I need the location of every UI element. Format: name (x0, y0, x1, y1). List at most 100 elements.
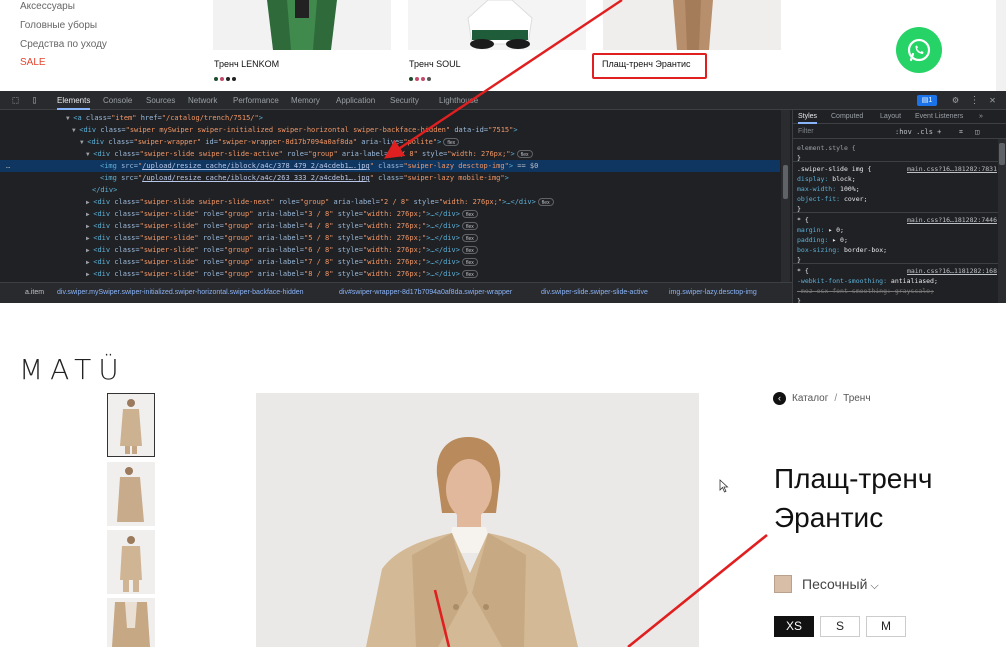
flex-badge[interactable]: flex (461, 246, 478, 254)
dom-node-selected[interactable]: … <img src="/upload/resize_cache/iblock/a… (0, 160, 780, 172)
settings-gear-icon[interactable]: ⚙ (950, 95, 961, 106)
dom-node[interactable]: ▶ <div class="swiper-slide" role="group"… (0, 268, 780, 280)
flex-badge[interactable]: flex (516, 150, 533, 158)
main-product-photo[interactable] (256, 393, 699, 647)
tab-lighthouse[interactable]: Lighthouse (439, 91, 478, 110)
css-rule-selector[interactable]: * {main.css?16…1181282:168 (797, 266, 997, 276)
close-devtools-icon[interactable]: ✕ (987, 95, 998, 106)
brand-logo[interactable]: MATÜ (19, 353, 126, 386)
dom-tree-scrollbar[interactable] (781, 110, 790, 282)
flex-badge[interactable]: flex (461, 270, 478, 278)
gallery-thumbnail-3[interactable] (107, 530, 155, 594)
dom-tree[interactable]: ▼ <a class="item" href="/catalog/trench/… (0, 110, 780, 282)
dom-node[interactable]: ▶ <div class="swiper-slide" role="group"… (0, 232, 780, 244)
css-property[interactable]: -webkit-font-smoothing: antialiased; (797, 276, 997, 286)
dom-node[interactable]: <img src="/upload/resize_cache/iblock/a4… (0, 172, 780, 184)
more-options-icon[interactable]: ⋮ (969, 95, 980, 106)
inspect-element-icon[interactable]: ⬚ (10, 95, 21, 106)
gallery-thumbnail-4[interactable] (107, 598, 155, 647)
tab-computed[interactable]: Computed (831, 110, 863, 124)
page-scrollbar[interactable] (996, 0, 1006, 91)
tab-elements[interactable]: Elements (57, 91, 91, 110)
whatsapp-icon (907, 38, 931, 62)
whatsapp-button[interactable] (896, 27, 942, 73)
category-link-hats[interactable]: Головные уборы (20, 20, 97, 31)
css-rule-selector[interactable]: * {main.css?16…181282:7446 (797, 215, 997, 225)
css-source-link[interactable]: main.css?16…181282:7446 (907, 215, 997, 225)
dom-node[interactable]: ▼ <div class="swiper-wrapper" id="swiper… (0, 136, 780, 148)
tab-styles[interactable]: Styles (798, 110, 818, 124)
flex-badge[interactable]: flex (537, 198, 554, 206)
gallery-thumbnail-2[interactable] (107, 462, 155, 526)
node-actions-icon[interactable]: … (6, 160, 10, 172)
css-rule-selector[interactable]: .swiper-slide img {main.css?16…181282:78… (797, 164, 997, 174)
css-property[interactable]: object-fit: cover; (797, 194, 997, 204)
flex-badge[interactable]: flex (443, 138, 460, 146)
tab-console[interactable]: Console (103, 91, 132, 110)
product-image-lenkom[interactable] (213, 0, 391, 50)
flex-badge[interactable]: flex (461, 234, 478, 242)
new-style-rule-icon[interactable]: ⌗ (959, 125, 963, 139)
dom-breadcrumb-item[interactable]: div.swiper-slide.swiper-slide-active (541, 283, 648, 303)
tab-sources[interactable]: Sources (146, 91, 175, 110)
dom-breadcrumb-item[interactable]: div.swiper.mySwiper.swiper-initialized.s… (57, 283, 304, 303)
size-option-s[interactable]: S (820, 616, 860, 637)
dom-node[interactable]: ▶ <div class="swiper-slide" role="group"… (0, 256, 780, 268)
dom-node[interactable]: </div> (0, 184, 780, 196)
dom-node[interactable]: ▶ <div class="swiper-slide" role="group"… (0, 244, 780, 256)
dom-node[interactable]: ▶ <div class="swiper-slide" role="group"… (0, 208, 780, 220)
dom-node[interactable]: ▼ <div class="swiper-slide swiper-slide-… (0, 148, 780, 160)
css-property[interactable]: -moz-osx-font-smoothing: grayscale; (797, 286, 997, 296)
flex-badge[interactable]: flex (461, 210, 478, 218)
styles-scrollbar[interactable] (998, 139, 1006, 303)
tab-network[interactable]: Network (188, 91, 217, 110)
breadcrumb-trench[interactable]: Тренч (843, 393, 870, 404)
tab-security[interactable]: Security (390, 91, 419, 110)
dom-breadcrumb-item[interactable]: div#swiper-wrapper-8d17b7094a0af8da.swip… (339, 283, 512, 303)
category-link-accessories[interactable]: Аксессуары (20, 1, 75, 12)
css-property[interactable]: max-width: 100%; (797, 184, 997, 194)
product-listing-strip: Аксессуары Головные уборы Средства по ух… (0, 0, 1006, 91)
css-property[interactable]: display: block; (797, 174, 997, 184)
dom-node[interactable]: ▶ <div class="swiper-slide swiper-slide-… (0, 196, 780, 208)
breadcrumb-catalog[interactable]: Каталог (792, 393, 828, 404)
css-property[interactable]: margin: ▸ 0; (797, 225, 997, 235)
size-option-xs[interactable]: XS (774, 616, 814, 637)
tab-event-listeners[interactable]: Event Listeners (915, 110, 963, 124)
flex-badge[interactable]: flex (461, 222, 478, 230)
color-selector[interactable]: Песочный ⌵ (774, 575, 879, 593)
product-image-erantis[interactable] (603, 0, 781, 50)
product-image-soul[interactable] (408, 0, 586, 50)
css-property[interactable]: box-sizing: border-box; (797, 245, 997, 255)
devtools-panel: ⬚ ▯ Elements Console Sources Network Per… (0, 91, 1006, 303)
tab-application[interactable]: Application (336, 91, 375, 110)
tab-layout[interactable]: Layout (880, 110, 901, 124)
css-rule-selector[interactable]: element.style { (797, 143, 997, 153)
dom-breadcrumb-item[interactable]: a.item (25, 283, 44, 303)
dom-node[interactable]: ▶ <div class="swiper-slide" role="group"… (0, 220, 780, 232)
tab-performance[interactable]: Performance (233, 91, 279, 110)
device-toolbar-icon[interactable]: ▯ (29, 95, 40, 106)
toggle-sidebar-icon[interactable]: ◫ (975, 125, 979, 139)
css-source-link[interactable]: main.css?16…1181282:168 (907, 266, 997, 276)
mouse-cursor-icon (719, 479, 729, 493)
category-link-sale[interactable]: SALE (20, 57, 46, 68)
css-property[interactable]: padding: ▸ 0; (797, 235, 997, 245)
product-name-lenkom[interactable]: Тренч LENKOM (214, 59, 279, 69)
tab-more[interactable]: » (979, 110, 983, 124)
chevron-left-icon[interactable]: ‹ (773, 392, 786, 405)
css-source-link[interactable]: main.css?16…181282:7831 (907, 164, 997, 174)
styles-filter-tools[interactable]: :hov .cls + (895, 125, 941, 139)
tab-memory[interactable]: Memory (291, 91, 320, 110)
size-option-m[interactable]: M (866, 616, 906, 637)
product-name-erantis[interactable]: Плащ-тренч Эрантис (602, 59, 691, 69)
product-name-soul[interactable]: Тренч SOUL (409, 59, 461, 69)
gallery-thumbnail-1[interactable] (107, 393, 155, 457)
issues-badge[interactable]: ▤1 (917, 95, 937, 106)
styles-filter-input[interactable]: Filter (798, 125, 814, 139)
dom-breadcrumb-item[interactable]: img.swiper-lazy.desctop-img (669, 283, 757, 303)
dom-node[interactable]: ▼ <div class="swiper mySwiper swiper-ini… (0, 124, 780, 136)
category-link-care[interactable]: Средства по уходу (20, 39, 107, 50)
dom-node[interactable]: ▼ <a class="item" href="/catalog/trench/… (0, 112, 780, 124)
flex-badge[interactable]: flex (461, 258, 478, 266)
